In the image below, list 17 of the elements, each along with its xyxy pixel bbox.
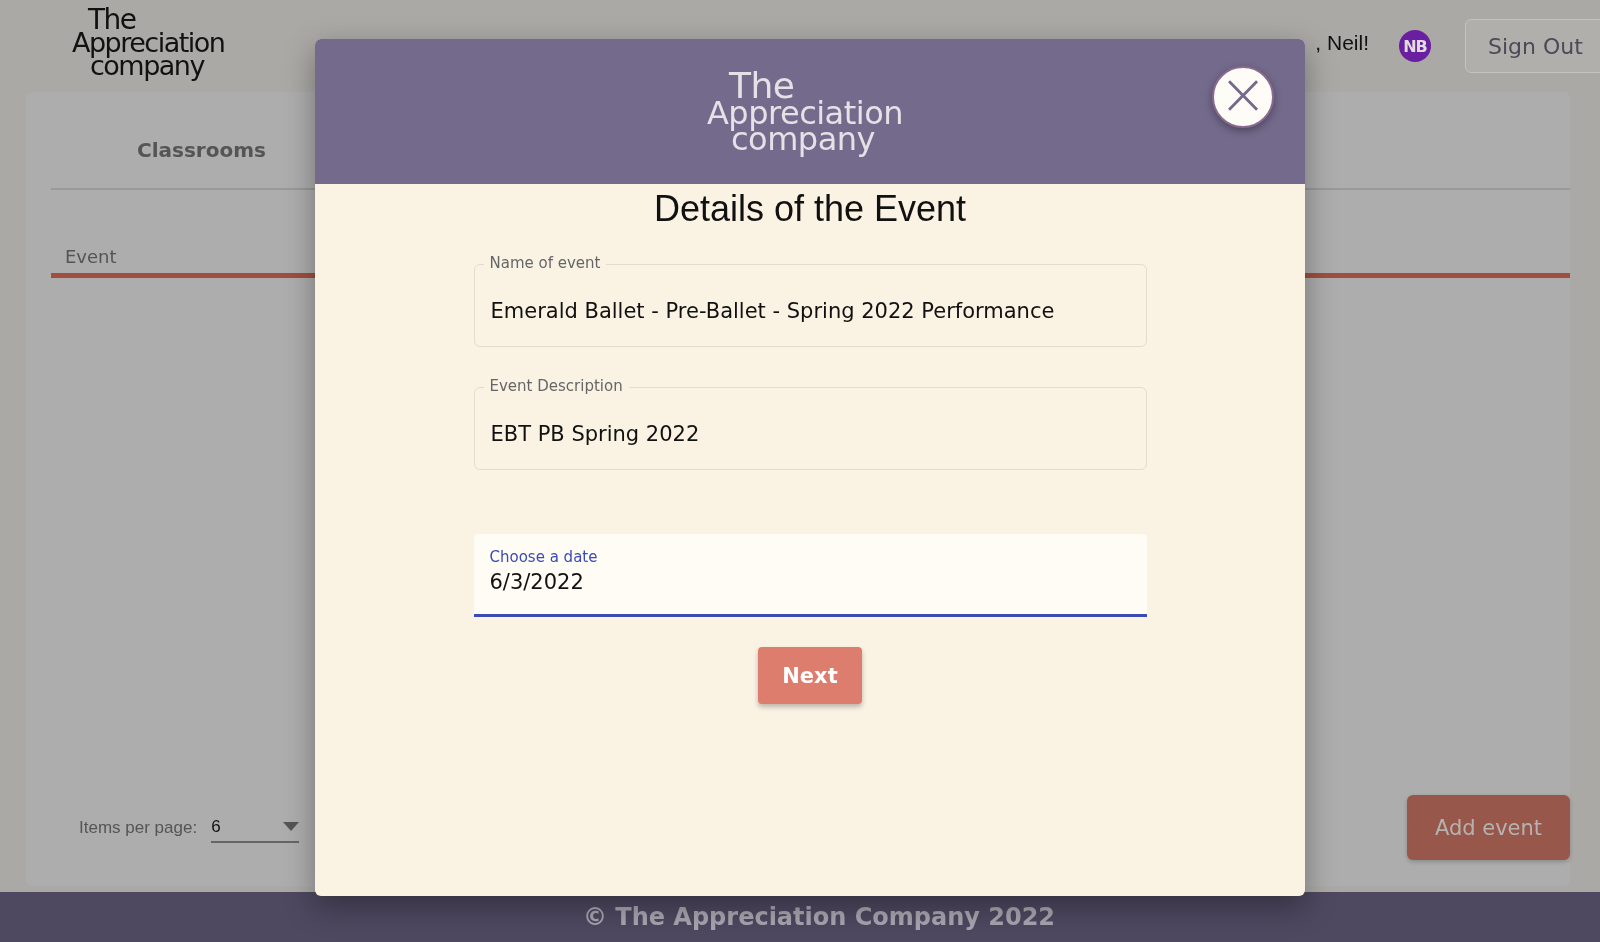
- close-button[interactable]: ×: [1212, 66, 1274, 128]
- items-per-page-label: Items per page:: [79, 817, 198, 838]
- section-title: Classrooms: [137, 138, 266, 162]
- field-value: Emerald Ballet - Pre-Ballet - Spring 2022 Performance: [490, 299, 1056, 323]
- field-value: 6/3/2022: [489, 570, 585, 594]
- text-field[interactable]: Choose a date 6/3/2022: [473, 534, 1147, 617]
- field-value: EBT PB Spring 2022: [490, 422, 701, 446]
- page-size-select[interactable]: 6: [211, 812, 300, 843]
- field-label: Event Description: [483, 377, 629, 395]
- greeting: , Neil!: [1315, 31, 1369, 55]
- caret-icon: [283, 822, 300, 831]
- footer-text: © The Appreciation Company 2022: [582, 903, 1056, 931]
- sign-out-button[interactable]: Sign Out: [1465, 19, 1600, 73]
- dialog-title: Details of the Event: [653, 188, 967, 230]
- column-header: Event: [65, 246, 117, 267]
- field-label: Choose a date: [489, 548, 599, 566]
- user-avatar[interactable]: NB: [1399, 30, 1431, 62]
